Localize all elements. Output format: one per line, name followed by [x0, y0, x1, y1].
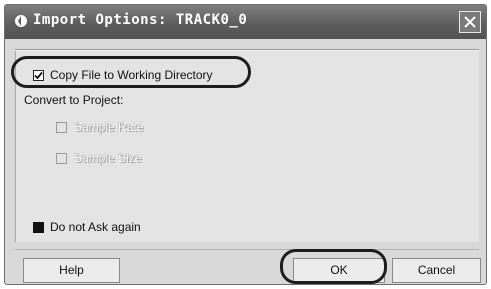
sample-size-label: Sample Size: [74, 151, 142, 165]
close-button[interactable]: [459, 11, 481, 33]
do-not-ask-label: Do not Ask again: [50, 220, 141, 234]
sample-rate-label: Sample Rate: [74, 120, 144, 134]
cancel-button[interactable]: Cancel: [392, 258, 481, 283]
options-panel: Copy File to Working Directory Convert t…: [15, 51, 479, 242]
import-options-dialog: Import Options: TRACK0_0 Copy File to Wo…: [4, 4, 487, 285]
dialog-title: Import Options: TRACK0_0: [33, 12, 248, 28]
copy-file-label: Copy File to Working Directory: [50, 68, 213, 82]
convert-section-label: Convert to Project:: [24, 93, 124, 107]
ok-button[interactable]: OK: [293, 258, 385, 283]
sample-size-checkbox[interactable]: [56, 153, 67, 164]
close-icon: [464, 16, 476, 28]
checkmark-icon: [34, 71, 43, 80]
do-not-ask-checkbox[interactable]: [33, 222, 44, 233]
copy-file-checkbox[interactable]: [33, 70, 44, 81]
title-bar[interactable]: Import Options: TRACK0_0: [5, 5, 486, 39]
help-button[interactable]: Help: [23, 258, 120, 283]
app-icon: [14, 14, 28, 28]
sample-rate-checkbox[interactable]: [56, 122, 67, 133]
button-separator: [15, 249, 479, 250]
